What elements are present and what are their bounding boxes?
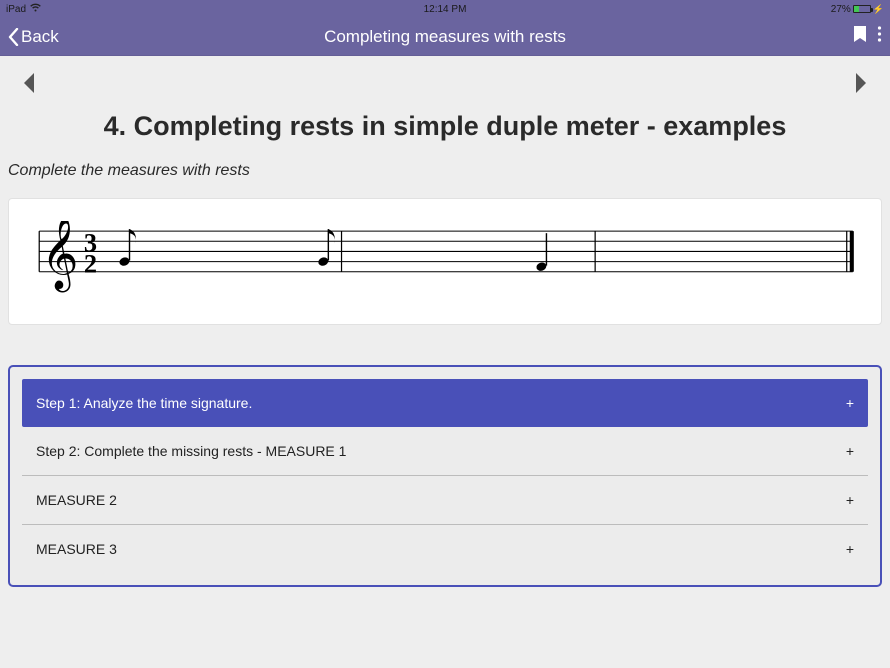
accordion-measure-3[interactable]: MEASURE 3 + [22,525,868,573]
more-icon[interactable] [877,25,882,48]
music-staff: 𝄞 3 2 [29,221,861,302]
chevron-left-icon [8,28,19,46]
instruction-text: Complete the measures with rests [0,156,890,190]
pager-row [0,56,890,103]
expand-icon: + [846,492,854,508]
status-time: 12:14 PM [424,4,467,15]
status-left: iPad [6,3,41,15]
accordion-label: Step 1: Analyze the time signature. [36,395,252,411]
bookmark-icon[interactable] [853,25,867,48]
expand-icon: + [846,541,854,557]
charging-icon: ⚡ [873,4,884,15]
accordion-measure-2[interactable]: MEASURE 2 + [22,476,868,525]
notation-card: 𝄞 3 2 [8,198,882,325]
battery-pct: 27% [831,4,851,15]
treble-clef-icon: 𝄞 [41,221,78,292]
prev-page-button[interactable] [22,72,36,99]
back-label: Back [21,27,59,47]
next-page-button[interactable] [854,72,868,99]
accordion-label: MEASURE 3 [36,541,117,557]
note-m2-1 [535,233,547,272]
battery-icon [853,5,871,13]
nav-bar: Back Completing measures with rests [0,18,890,56]
triangle-left-icon [22,72,36,94]
status-bar: iPad 12:14 PM 27% ⚡ [0,0,890,18]
nav-title: Completing measures with rests [324,27,566,47]
back-button[interactable]: Back [8,27,59,47]
expand-icon: + [846,395,854,411]
triangle-right-icon [854,72,868,94]
accordion-label: MEASURE 2 [36,492,117,508]
device-label: iPad [6,4,26,15]
status-right: 27% ⚡ [831,4,884,15]
accordion-step-2[interactable]: Step 2: Complete the missing rests - MEA… [22,427,868,476]
expand-icon: + [846,443,854,459]
page-heading: 4. Completing rests in simple duple mete… [0,103,890,156]
accordion-label: Step 2: Complete the missing rests - MEA… [36,443,346,459]
time-sig-bottom: 2 [84,250,97,279]
accordion-step-1[interactable]: Step 1: Analyze the time signature. + [22,379,868,427]
wifi-icon [30,3,41,15]
accordion-panel: Step 1: Analyze the time signature. + St… [8,365,882,587]
